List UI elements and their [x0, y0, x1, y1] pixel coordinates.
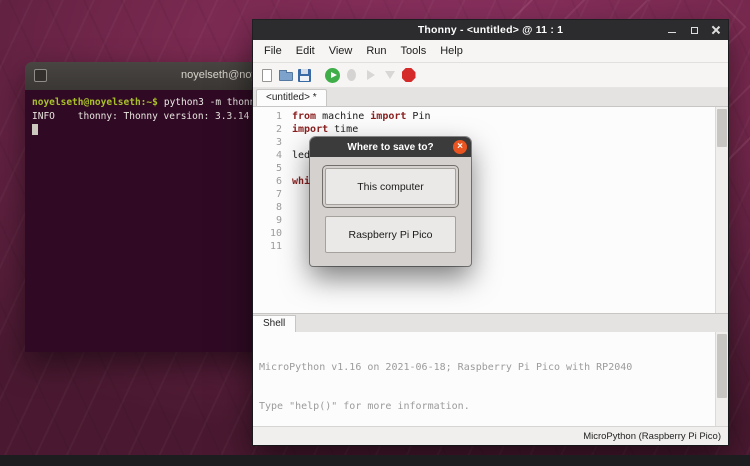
terminal-prompt: noyelseth@noyelseth:~$	[32, 97, 158, 108]
menu-file[interactable]: File	[257, 42, 289, 60]
line-number: 8	[275, 202, 282, 213]
terminal-window-menu-icon[interactable]	[34, 69, 47, 82]
line-number: 6	[275, 176, 282, 187]
thonny-titlebar[interactable]: Thonny - <untitled> @ 11 : 1	[253, 20, 728, 40]
new-file-button[interactable]	[258, 65, 275, 85]
shell-pane[interactable]: MicroPython v1.16 on 2021-06-18; Raspber…	[253, 332, 728, 426]
shell-scrollbar-thumb[interactable]	[717, 334, 727, 398]
line-number: 5	[275, 163, 282, 174]
line-number: 9	[275, 215, 282, 226]
menu-run[interactable]: Run	[359, 42, 393, 60]
dialog-title: Where to save to?	[347, 141, 434, 153]
line-number: 7	[275, 189, 282, 200]
raspberry-pi-pico-button[interactable]: Raspberry Pi Pico	[325, 216, 456, 253]
run-button[interactable]	[324, 65, 341, 85]
line-number: 3	[275, 137, 282, 148]
line-number: 1	[275, 111, 282, 122]
save-file-button[interactable]	[296, 65, 313, 85]
dialog-titlebar[interactable]: Where to save to? ×	[310, 137, 471, 157]
tab-untitled[interactable]: <untitled> *	[256, 89, 327, 106]
window-controls	[666, 24, 722, 36]
status-bar: MicroPython (Raspberry Pi Pico)	[253, 426, 728, 445]
dialog-body: This computer Raspberry Pi Pico	[310, 157, 471, 253]
desktop: noyelseth@noyelseth: ~ noyelseth@noyelse…	[0, 0, 750, 466]
menu-edit[interactable]: Edit	[289, 42, 322, 60]
debug-icon	[347, 69, 356, 81]
editor-scrollbar-thumb[interactable]	[717, 109, 727, 147]
stop-icon	[401, 68, 416, 82]
interpreter-status[interactable]: MicroPython (Raspberry Pi Pico)	[583, 431, 721, 442]
step-over-button[interactable]	[362, 65, 379, 85]
menu-help[interactable]: Help	[433, 42, 470, 60]
editor-tabbar: <untitled> *	[253, 88, 728, 107]
code-line: from machine import Pin	[292, 111, 431, 122]
save-file-icon	[298, 68, 311, 82]
step-into-button[interactable]	[381, 65, 398, 85]
line-number: 2	[275, 124, 282, 135]
menu-view[interactable]: View	[322, 42, 360, 60]
tab-shell[interactable]: Shell	[253, 315, 297, 332]
maximize-button[interactable]	[688, 24, 700, 36]
code-line: import time	[292, 124, 359, 135]
shell-output[interactable]: MicroPython v1.16 on 2021-06-18; Raspber…	[253, 332, 715, 426]
line-number: 11	[269, 241, 282, 252]
menu-tools[interactable]: Tools	[394, 42, 434, 60]
toolbar	[253, 63, 728, 88]
terminal-cursor	[32, 124, 38, 135]
editor-scrollbar[interactable]	[715, 107, 728, 313]
shell-banner-line-2: Type "help()" for more information.	[259, 401, 470, 412]
line-number: 4	[275, 150, 282, 161]
shell-header: Shell	[253, 313, 728, 332]
close-button[interactable]	[710, 24, 722, 36]
stop-button[interactable]	[400, 65, 417, 85]
step-into-icon	[384, 71, 395, 79]
editor-gutter: 1 2 3 4 5 6 7 8 9 10 11	[253, 107, 287, 313]
line-number: 10	[269, 228, 282, 239]
window-title: Thonny - <untitled> @ 11 : 1	[417, 24, 564, 36]
terminal-command: python3 -m thonny	[163, 97, 262, 108]
debug-button[interactable]	[343, 65, 360, 85]
shell-banner-line-1: MicroPython v1.16 on 2021-06-18; Raspber…	[259, 362, 633, 373]
open-file-icon	[278, 70, 293, 81]
run-icon	[325, 67, 340, 83]
minimize-button[interactable]	[666, 24, 678, 36]
taskbar	[0, 455, 750, 466]
menu-bar: File Edit View Run Tools Help	[253, 40, 728, 63]
new-file-icon	[261, 68, 272, 82]
this-computer-button[interactable]: This computer	[322, 165, 459, 208]
shell-scrollbar[interactable]	[715, 332, 728, 426]
dialog-close-icon[interactable]: ×	[453, 140, 467, 154]
thonny-window: Thonny - <untitled> @ 11 : 1 File Edit Vie…	[253, 20, 728, 445]
open-file-button[interactable]	[277, 65, 294, 85]
step-over-icon	[366, 70, 375, 80]
save-dialog: Where to save to? × This computer Raspbe…	[310, 137, 471, 266]
